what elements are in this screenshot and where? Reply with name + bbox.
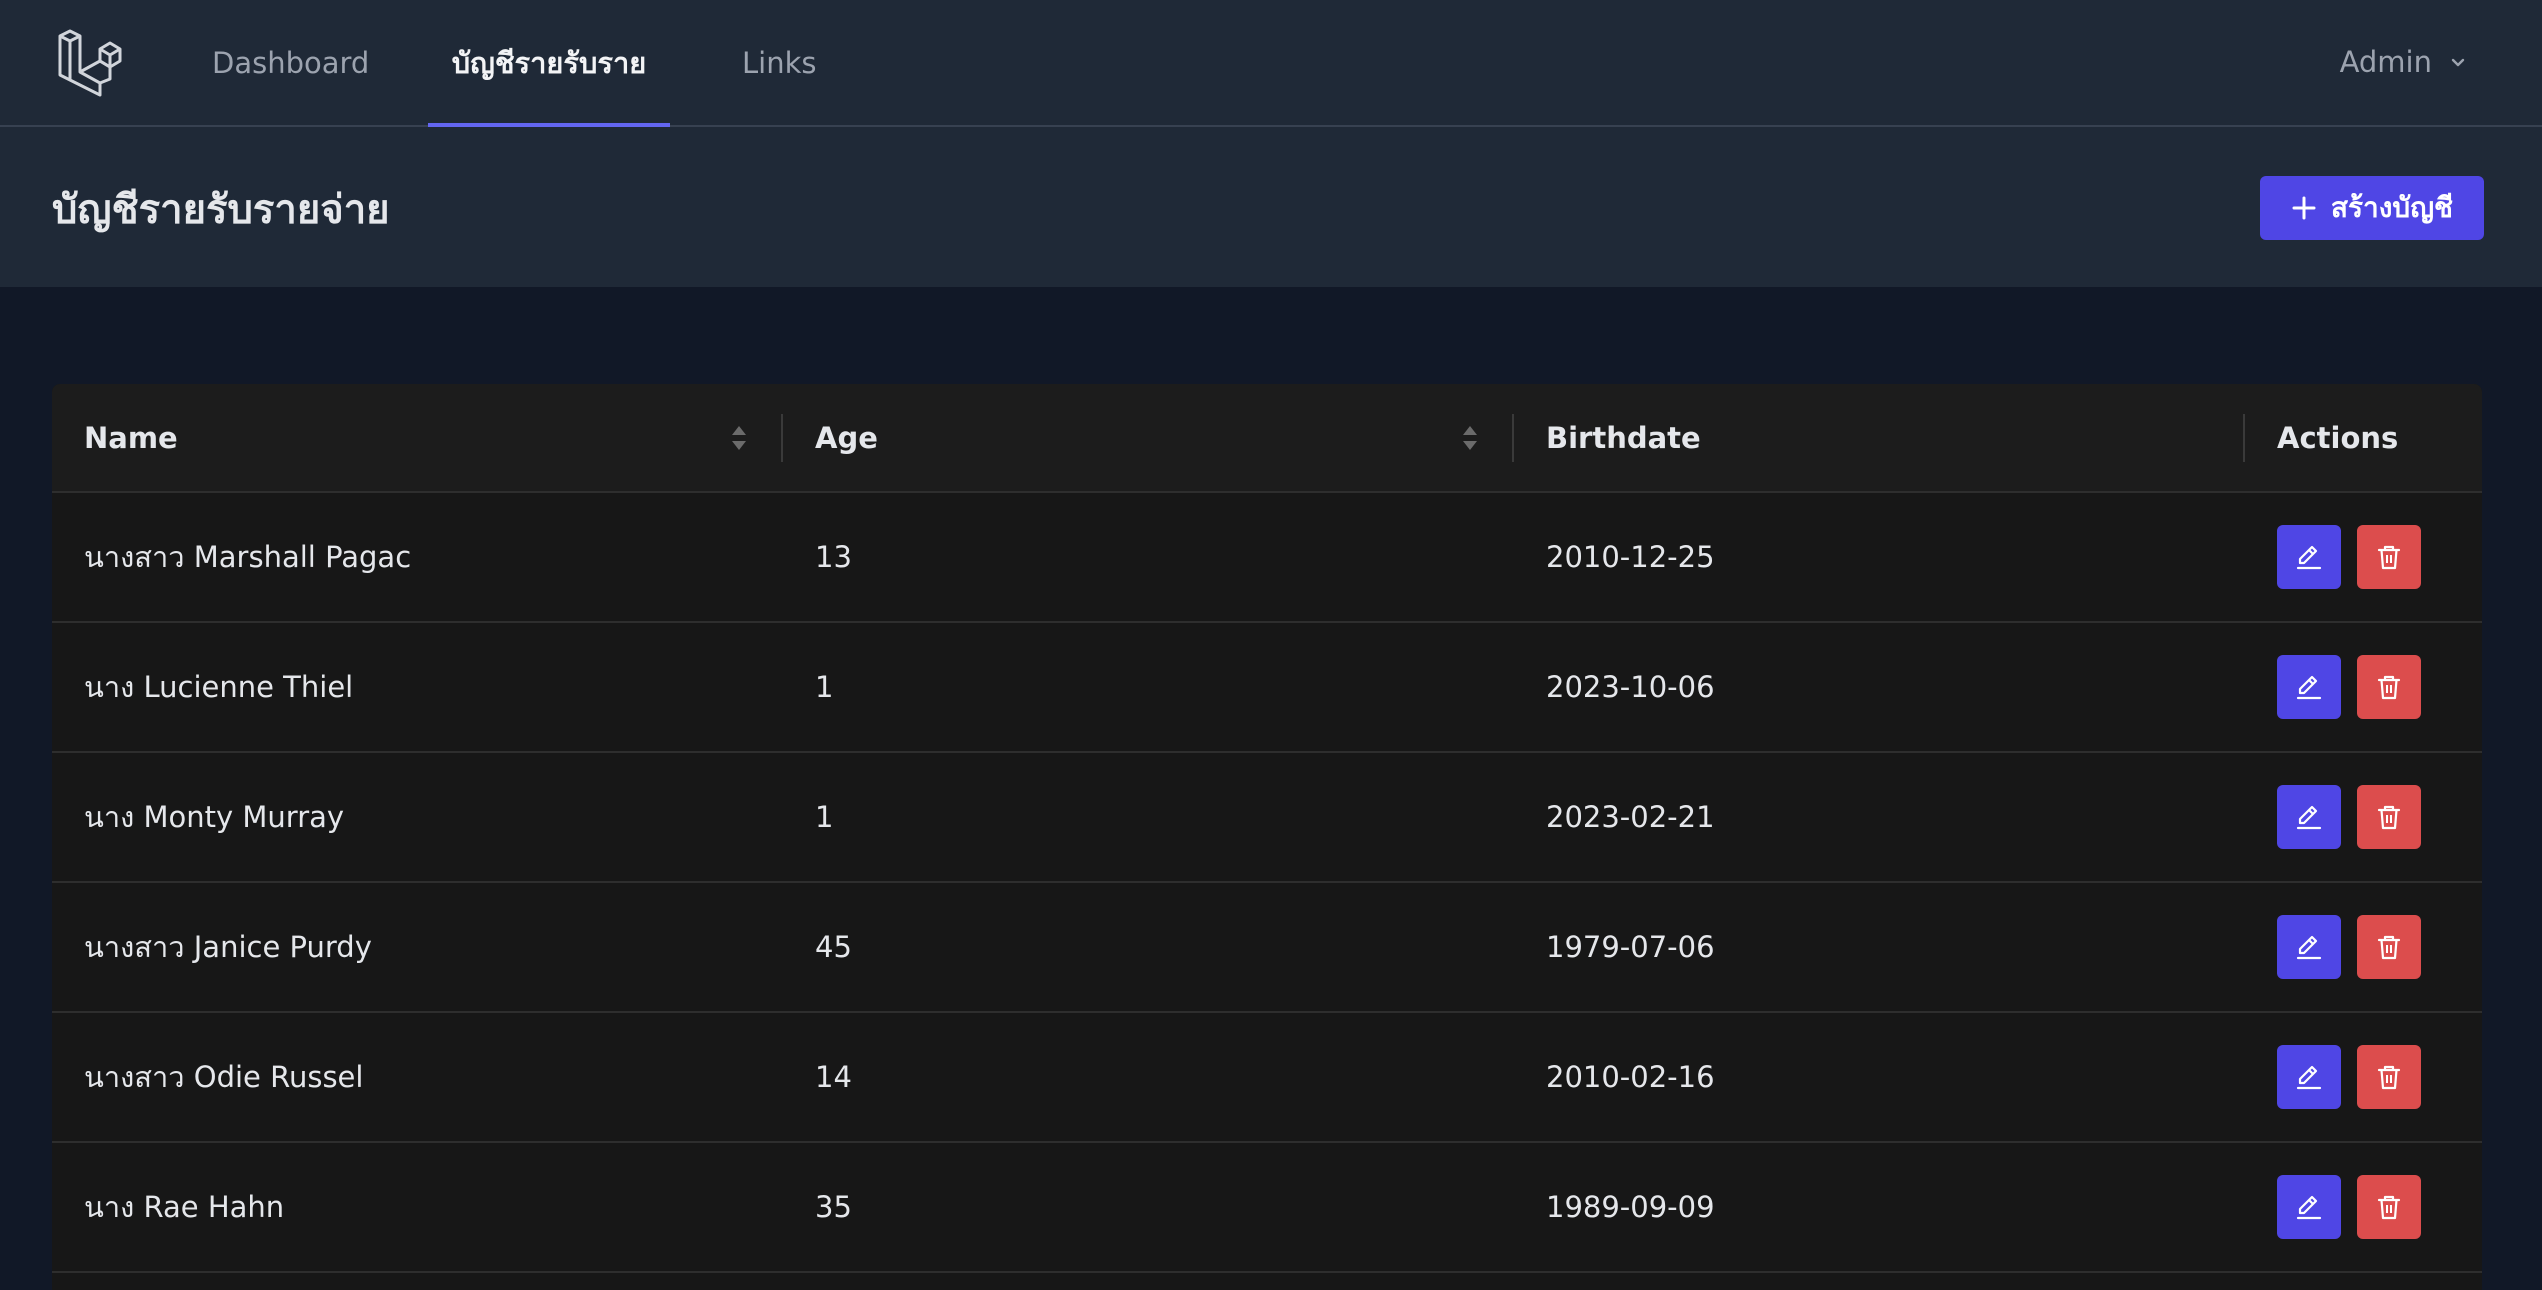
chevron-down-icon — [2451, 58, 2465, 66]
edit-button[interactable] — [2277, 915, 2341, 979]
table-body: นางสาว Marshall Pagac 13 2010-12-25 นาง … — [52, 492, 2482, 1272]
column-header-birthdate: Birthdate — [1514, 384, 2245, 493]
cell-name: นาง Rae Hahn — [84, 1190, 285, 1224]
column-header-name-label: Name — [84, 420, 178, 455]
cell-name: นางสาว Janice Purdy — [84, 930, 372, 964]
cell-age: 13 — [815, 540, 852, 574]
trash-icon — [2377, 1195, 2401, 1220]
table-row: นางสาว Marshall Pagac 13 2010-12-25 — [52, 492, 2482, 622]
pencil-icon — [2296, 805, 2322, 830]
nav-link-dashboard[interactable]: Dashboard — [212, 0, 369, 127]
edit-button[interactable] — [2277, 1175, 2341, 1239]
nav-link-links[interactable]: Links — [742, 0, 817, 127]
cell-actions — [2245, 492, 2482, 622]
user-name: Admin — [2339, 45, 2432, 79]
table-header-row: Name Age Birthdate Actions — [52, 384, 2482, 493]
row-actions — [2277, 1045, 2450, 1109]
cell-birthdate: 2023-10-06 — [1546, 670, 1715, 704]
column-header-name[interactable]: Name — [52, 384, 783, 493]
row-actions — [2277, 655, 2450, 719]
trash-icon — [2377, 1065, 2401, 1090]
pencil-icon — [2296, 545, 2322, 570]
column-header-birthdate-label: Birthdate — [1546, 420, 1701, 455]
table-row: นาง Monty Murray 1 2023-02-21 — [52, 752, 2482, 882]
row-actions — [2277, 785, 2450, 849]
create-account-button[interactable]: สร้างบัญชี — [2260, 176, 2484, 240]
cell-name: นาง Monty Murray — [84, 800, 345, 834]
cell-actions — [2245, 1142, 2482, 1272]
table-row: นางสาว Janice Purdy 45 1979-07-06 — [52, 882, 2482, 1012]
trash-icon — [2377, 805, 2401, 830]
row-actions — [2277, 525, 2450, 589]
column-header-age[interactable]: Age — [783, 384, 1514, 493]
cell-age: 1 — [815, 670, 834, 704]
cell-actions — [2245, 882, 2482, 1012]
pencil-icon — [2296, 675, 2322, 700]
page-header: บัญชีรายรับรายจ่าย สร้างบัญชี — [0, 127, 2542, 287]
column-header-actions-label: Actions — [2277, 420, 2399, 455]
edit-button[interactable] — [2277, 785, 2341, 849]
edit-button[interactable] — [2277, 1045, 2341, 1109]
column-header-actions: Actions — [2245, 384, 2482, 493]
pencil-icon — [2296, 935, 2322, 960]
cell-age: 35 — [815, 1190, 852, 1224]
accounts-table-container: Name Age Birthdate Actions นางสาว Marsha… — [52, 384, 2482, 1290]
cell-name: นางสาว Odie Russel — [84, 1060, 364, 1094]
cell-birthdate: 2010-02-16 — [1546, 1060, 1715, 1094]
laravel-logo-icon[interactable] — [56, 28, 126, 98]
delete-button[interactable] — [2357, 525, 2421, 589]
trash-icon — [2377, 935, 2401, 960]
cell-actions — [2245, 752, 2482, 882]
sort-icon[interactable] — [1460, 424, 1480, 452]
pencil-icon — [2296, 1195, 2322, 1220]
trash-icon — [2377, 675, 2401, 700]
cell-birthdate: 2010-12-25 — [1546, 540, 1715, 574]
edit-button[interactable] — [2277, 655, 2341, 719]
plus-icon — [2292, 196, 2316, 220]
user-menu[interactable]: Admin — [2340, 0, 2468, 125]
pencil-icon — [2296, 1065, 2322, 1090]
create-account-label: สร้างบัญชี — [2330, 191, 2454, 224]
cell-actions — [2245, 1012, 2482, 1142]
trash-icon — [2377, 545, 2401, 570]
page-title: บัญชีรายรับรายจ่าย — [52, 187, 390, 233]
delete-button[interactable] — [2357, 915, 2421, 979]
accounts-table: Name Age Birthdate Actions นางสาว Marsha… — [52, 384, 2482, 1273]
cell-birthdate: 1979-07-06 — [1546, 930, 1715, 964]
table-row: นางสาว Odie Russel 14 2010-02-16 — [52, 1012, 2482, 1142]
cell-name: นาง Lucienne Thiel — [84, 670, 354, 704]
delete-button[interactable] — [2357, 785, 2421, 849]
cell-actions — [2245, 622, 2482, 752]
cell-age: 1 — [815, 800, 834, 834]
cell-birthdate: 2023-02-21 — [1546, 800, 1715, 834]
cell-birthdate: 1989-09-09 — [1546, 1190, 1715, 1224]
cell-age: 45 — [815, 930, 852, 964]
top-nav: Dashboard บัญชีรายรับรายจ่าย Links Admin — [0, 0, 2542, 207]
sort-icon[interactable] — [729, 424, 749, 452]
table-row: นาง Rae Hahn 35 1989-09-09 — [52, 1142, 2482, 1272]
nav-link-accounts[interactable]: บัญชีรายรับรายจ่าย — [428, 0, 670, 207]
row-actions — [2277, 915, 2450, 979]
column-header-age-label: Age — [815, 420, 878, 455]
delete-button[interactable] — [2357, 655, 2421, 719]
cell-age: 14 — [815, 1060, 852, 1094]
edit-button[interactable] — [2277, 525, 2341, 589]
delete-button[interactable] — [2357, 1175, 2421, 1239]
delete-button[interactable] — [2357, 1045, 2421, 1109]
cell-name: นางสาว Marshall Pagac — [84, 540, 412, 574]
row-actions — [2277, 1175, 2450, 1239]
table-row: นาง Lucienne Thiel 1 2023-10-06 — [52, 622, 2482, 752]
